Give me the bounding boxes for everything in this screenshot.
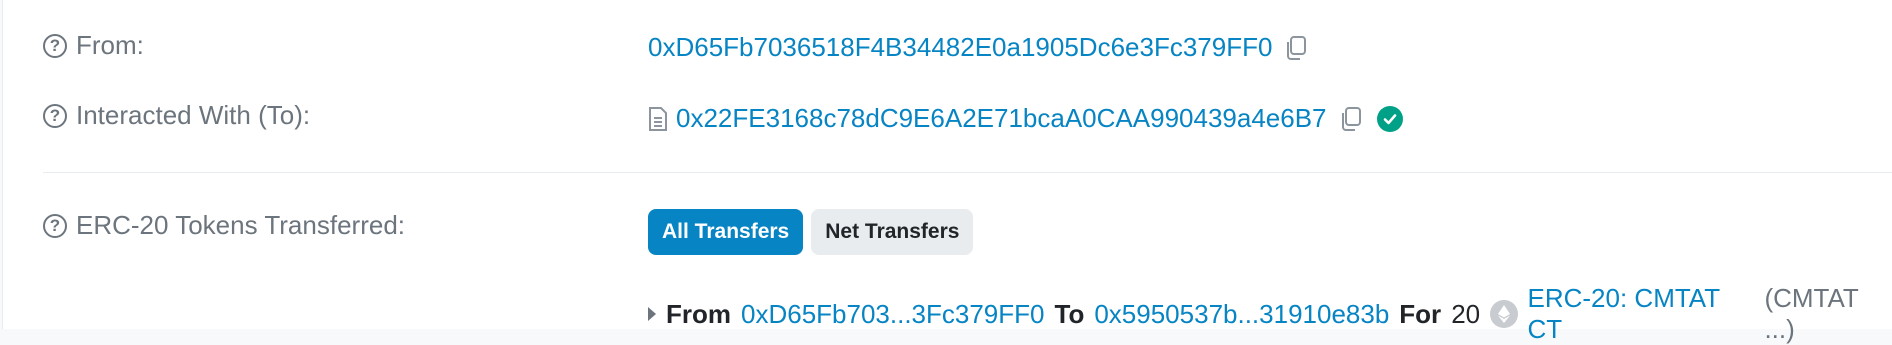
tokens-label: ERC-20 Tokens Transferred: <box>76 210 405 240</box>
interacted-row: ? Interacted With (To): <box>43 100 310 131</box>
ethereum-token-icon <box>1490 300 1518 328</box>
transfer-amount: 20 <box>1451 298 1481 329</box>
question-circle-icon[interactable]: ? <box>43 33 67 58</box>
from-row: ? From: <box>43 30 144 61</box>
from-value: 0xD65Fb7036518F4B34482E0a1905Dc6e3Fc379F… <box>648 32 1308 63</box>
tab-net-transfers[interactable]: Net Transfers <box>811 209 974 255</box>
from-address-link[interactable]: 0xD65Fb7036518F4B34482E0a1905Dc6e3Fc379F… <box>648 32 1272 63</box>
interacted-value: 0x22FE3168c78dC9E6A2E71bcaA0CAA990439a4e… <box>648 103 1403 134</box>
interacted-address-link[interactable]: 0x22FE3168c78dC9E6A2E71bcaA0CAA990439a4e… <box>676 103 1327 134</box>
to-keyword: To <box>1054 298 1085 329</box>
interacted-label: Interacted With (To): <box>76 100 311 130</box>
question-circle-icon[interactable]: ? <box>43 213 67 238</box>
from-keyword: From <box>666 298 731 329</box>
transaction-details-card: ? From: 0xD65Fb7036518F4B34482E0a1905Dc6… <box>2 0 1892 344</box>
for-keyword: For <box>1399 298 1442 329</box>
token-symbol: (CMTAT ...) <box>1764 283 1859 344</box>
transfer-from-address[interactable]: 0xD65Fb703...3Fc379FF0 <box>741 299 1045 330</box>
check-circle-icon <box>1376 105 1403 132</box>
token-transfer-item: From 0xD65Fb703...3Fc379FF0 To 0x5950537… <box>648 283 1892 345</box>
transfer-tabs: All Transfers Net Transfers <box>648 209 974 255</box>
caret-right-icon[interactable] <box>648 307 656 321</box>
tokens-label-group: ? ERC-20 Tokens Transferred: <box>43 210 405 241</box>
tab-all-transfers[interactable]: All Transfers <box>648 209 804 255</box>
file-contract-icon <box>648 106 668 132</box>
from-label-group: ? From: <box>43 30 144 61</box>
copy-icon[interactable] <box>1284 35 1308 61</box>
tokens-row: ? ERC-20 Tokens Transferred: <box>43 210 405 241</box>
interacted-label-group: ? Interacted With (To): <box>43 100 310 131</box>
token-name-link[interactable]: ERC-20: CMTAT CT <box>1528 283 1757 345</box>
section-divider <box>43 172 1892 173</box>
copy-icon[interactable] <box>1339 106 1363 132</box>
transfer-to-address[interactable]: 0x5950537b...31910e83b <box>1094 299 1389 330</box>
question-circle-icon[interactable]: ? <box>43 103 67 128</box>
from-label: From: <box>76 30 144 60</box>
